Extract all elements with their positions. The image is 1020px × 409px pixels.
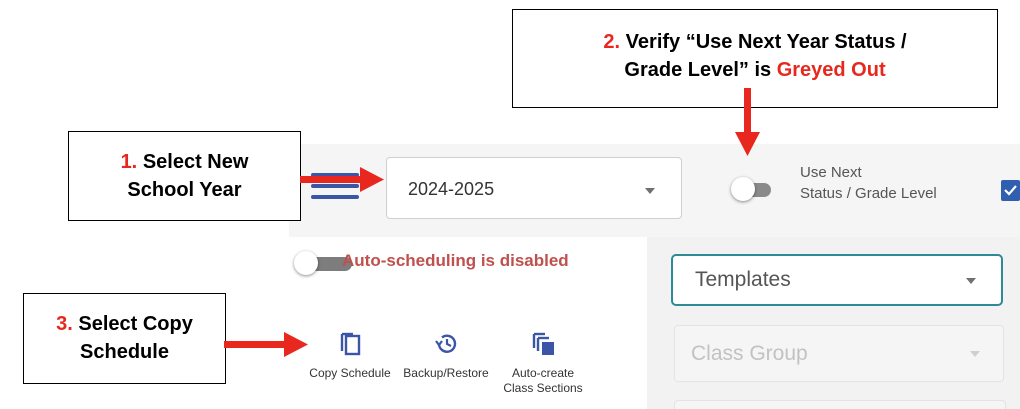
use-next-year-toggle[interactable] — [731, 177, 773, 203]
auto-create-label-line2: Class Sections — [503, 381, 583, 395]
step1-number: 1. — [120, 151, 138, 173]
step1-callout: 1. Select New School Year — [68, 131, 301, 221]
copy-schedule-label: Copy Schedule — [309, 366, 391, 380]
step3-arrow-icon — [224, 332, 308, 357]
step2-line1: Verify “Use Next Year Status / — [625, 31, 907, 53]
templates-select[interactable]: Templates — [671, 254, 1003, 306]
history-icon — [435, 334, 457, 353]
step2-line2a: Grade Level” is — [624, 59, 777, 81]
step3-number: 3. — [56, 313, 73, 335]
chevron-down-icon — [645, 188, 655, 194]
school-year-select[interactable]: 2024-2025 — [386, 157, 682, 219]
chevron-down-icon — [966, 278, 976, 284]
step1-line1: Select New — [142, 151, 249, 173]
step3-line1: Select Copy — [78, 313, 193, 335]
step3-callout: 3. Select Copy Schedule — [23, 293, 226, 384]
class-group-value: Class Group — [691, 342, 808, 365]
use-next-year-label: Use Next Status / Grade Level — [800, 162, 1000, 204]
step3-line2: Schedule — [80, 341, 169, 363]
step1-arrow-icon — [300, 167, 384, 192]
auto-scheduling-status: Auto-scheduling is disabled — [342, 251, 569, 270]
step1-line2: School Year — [127, 179, 242, 201]
school-year-value: 2024-2025 — [408, 179, 495, 199]
auto-create-class-sections-button[interactable]: Auto-create Class Sections — [488, 331, 598, 396]
auto-create-label: Auto-create Class Sections — [488, 366, 598, 396]
templates-value: Templates — [695, 268, 791, 291]
checkbox[interactable] — [1001, 180, 1020, 201]
auto-create-label-line1: Auto-create — [511, 366, 575, 380]
app-screenshot: 2024-2025 Use Next Status / Grade Level … — [289, 144, 1020, 409]
class-group-select: Class Group — [674, 325, 1004, 382]
chevron-down-icon — [970, 351, 980, 357]
copy-icon — [340, 332, 361, 356]
step2-number: 2. — [603, 31, 621, 53]
partial-field — [674, 400, 1006, 409]
backup-restore-label: Backup/Restore — [403, 366, 489, 380]
backup-restore-button[interactable]: Backup/Restore — [391, 331, 501, 381]
use-next-year-label-line2: Status / Grade Level — [800, 185, 937, 202]
copy-schedule-button[interactable]: Copy Schedule — [295, 331, 405, 381]
stacked-copy-icon — [532, 332, 554, 355]
step2-greyed-out: Greyed Out — [776, 59, 886, 81]
use-next-year-label-line1: Use Next — [800, 164, 862, 181]
step2-arrow-icon — [735, 88, 760, 156]
check-icon — [1004, 185, 1017, 196]
